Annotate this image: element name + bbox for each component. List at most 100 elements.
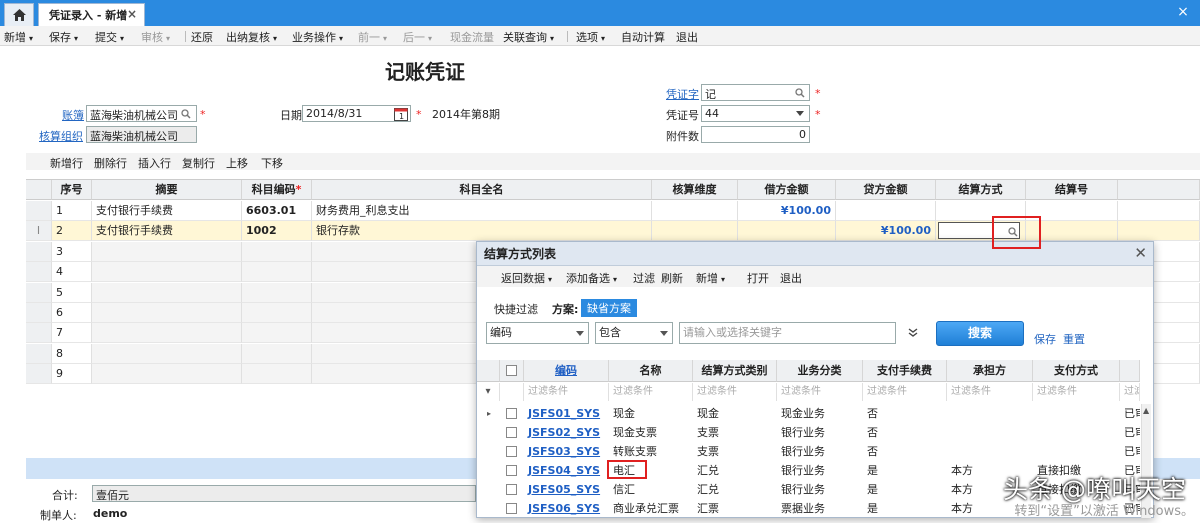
grid-cell[interactable]: 银行存款 [312, 221, 652, 242]
grid-cell[interactable] [92, 282, 242, 303]
row-checkbox[interactable] [506, 484, 517, 495]
grid-toolbar-button-item-0[interactable]: 新增行 [50, 155, 83, 171]
calendar-icon[interactable]: 1 [394, 107, 408, 121]
grid-cell[interactable] [738, 221, 836, 242]
dialog-cell-code[interactable]: JSFS02_SYS [524, 423, 609, 442]
row-checkbox-cell[interactable] [500, 442, 524, 461]
grid-cell[interactable] [92, 343, 242, 364]
grid-cell[interactable] [92, 323, 242, 344]
grid-header-extra [1118, 180, 1200, 200]
ledger-search-icon[interactable] [181, 109, 191, 119]
row-checkbox-cell[interactable] [500, 461, 524, 480]
grid-cell[interactable] [242, 364, 312, 385]
toolbar-button-item-3[interactable]: 审核 ▾ [141, 29, 170, 45]
row-checkbox-cell[interactable] [500, 404, 524, 423]
grid-cell[interactable] [242, 323, 312, 344]
dialog-cell-code[interactable]: JSFS01_SYS [524, 404, 609, 423]
toolbar-button-item-5[interactable]: 出纳复核 ▾ [226, 29, 277, 45]
grid-cell[interactable] [92, 303, 242, 323]
dialog-header-item-0[interactable]: 编码 [524, 360, 609, 382]
row-checkbox[interactable] [506, 446, 517, 457]
voucher-no-field[interactable]: 44 [701, 105, 810, 122]
chevron-down-icon: ▾ [29, 34, 34, 43]
toolbar-button-item-0[interactable]: 新增 ▾ [4, 29, 33, 45]
grid-cell[interactable]: 1002 [242, 221, 312, 242]
toolbar-button-label: 关联查询 [503, 31, 547, 44]
grid-toolbar-button-item-3[interactable]: 复制行 [182, 155, 215, 171]
toolbar-button-item-1[interactable]: 保存 ▾ [49, 29, 78, 45]
toolbar-button-item-13[interactable]: 退出 [676, 29, 698, 45]
toolbar-button-item-7[interactable]: 前一 ▾ [358, 29, 387, 45]
filter-cell[interactable]: 过滤条件 [609, 383, 693, 401]
filter-cell[interactable]: 过滤条件 [1120, 383, 1140, 401]
grid-toolbar-button-item-1[interactable]: 删除行 [94, 155, 127, 171]
grid-cell[interactable] [242, 303, 312, 323]
grid-cell[interactable]: ¥100.00 [836, 221, 936, 242]
grid-cell[interactable] [836, 201, 936, 221]
grid-cell[interactable]: 6603.01 [242, 201, 312, 221]
toolbar-button-item-10[interactable]: 关联查询 ▾ [503, 29, 554, 45]
dialog-cell-code[interactable]: JSFS05_SYS [524, 480, 609, 499]
dialog-cell-biz: 银行业务 [781, 464, 825, 477]
row-checkbox[interactable] [506, 427, 517, 438]
row-checkbox[interactable] [506, 503, 517, 514]
filter-cell[interactable]: 过滤条件 [863, 383, 947, 401]
grid-toolbar-button-item-4[interactable]: 上移 [226, 155, 248, 171]
toolbar-button-item-8[interactable]: 后一 ▾ [403, 29, 432, 45]
grid-cell[interactable]: 支付银行手续费 [92, 221, 242, 242]
toolbar-button-item-2[interactable]: 提交 ▾ [95, 29, 124, 45]
home-tab[interactable] [4, 3, 34, 26]
grid-cell[interactable] [652, 221, 738, 242]
filter-cell[interactable]: 过滤条件 [1033, 383, 1120, 401]
voucher-no-value: 44 [705, 107, 719, 120]
row-checkbox[interactable] [506, 465, 517, 476]
scroll-up-icon[interactable]: ▲ [1143, 406, 1149, 415]
grid-cell[interactable]: 支付银行手续费 [92, 201, 242, 221]
tab-close-icon[interactable]: × [127, 7, 137, 21]
filter-cell[interactable]: 过滤条件 [777, 383, 863, 401]
org-label[interactable]: 核算组织 [39, 128, 83, 144]
toolbar-button-label: 还原 [191, 31, 213, 44]
dialog-header-checkbox[interactable] [500, 360, 524, 382]
voucher-word-label[interactable]: 凭证字 [666, 86, 699, 102]
toolbar-button-item-9[interactable]: 现金流量 [450, 29, 494, 45]
required-marker: * [416, 108, 422, 121]
toolbar-button-item-6[interactable]: 业务操作 ▾ [292, 29, 343, 45]
grid-cell[interactable] [652, 201, 738, 221]
filter-cell[interactable]: 过滤条件 [524, 383, 609, 401]
filter-cell[interactable]: 过滤条件 [947, 383, 1033, 401]
tab-voucher-entry[interactable]: 凭证录入 - 新增 × [38, 3, 145, 26]
grid-cell[interactable]: ¥100.00 [738, 201, 836, 221]
row-indicator [26, 241, 52, 262]
dialog-cell-name: 转账支票 [613, 445, 657, 458]
grid-cell[interactable] [242, 343, 312, 364]
row-checkbox-cell[interactable] [500, 480, 524, 499]
attachments-field[interactable]: 0 [701, 126, 810, 143]
ledger-label[interactable]: 账簿 [62, 107, 84, 123]
toolbar-button-item-12[interactable]: 自动计算 [621, 29, 665, 45]
toolbar-button-item-4[interactable]: 还原 [191, 29, 213, 45]
row-checkbox-cell[interactable] [500, 499, 524, 518]
grid-cell[interactable] [92, 241, 242, 262]
grid-cell[interactable] [242, 262, 312, 283]
filter-cell [500, 383, 524, 401]
grid-toolbar-button-item-2[interactable]: 插入行 [138, 155, 171, 171]
grid-cell[interactable] [242, 282, 312, 303]
row-checkbox[interactable] [506, 408, 517, 419]
dialog-cell-code[interactable]: JSFS04_SYS [524, 461, 609, 480]
select-all-checkbox[interactable] [506, 365, 517, 376]
grid-cell[interactable]: 财务费用_利息支出 [312, 201, 652, 221]
dialog-cell-code[interactable]: JSFS03_SYS [524, 442, 609, 461]
grid-toolbar-button-item-5[interactable]: 下移 [261, 155, 283, 171]
grid-cell[interactable] [242, 241, 312, 262]
window-close-icon[interactable]: × [1174, 3, 1192, 21]
grid-cell[interactable] [92, 262, 242, 283]
grid-cell[interactable] [92, 364, 242, 385]
chevron-down-icon[interactable] [796, 111, 804, 117]
toolbar-button-item-11[interactable]: 选项 ▾ [576, 29, 605, 45]
dialog-cell-code[interactable]: JSFS06_SYS [524, 499, 609, 518]
voucher-word-search-icon[interactable] [795, 88, 805, 98]
row-checkbox-cell[interactable] [500, 423, 524, 442]
voucher-word-field[interactable]: 记 [701, 84, 810, 101]
filter-cell[interactable]: 过滤条件 [693, 383, 777, 401]
